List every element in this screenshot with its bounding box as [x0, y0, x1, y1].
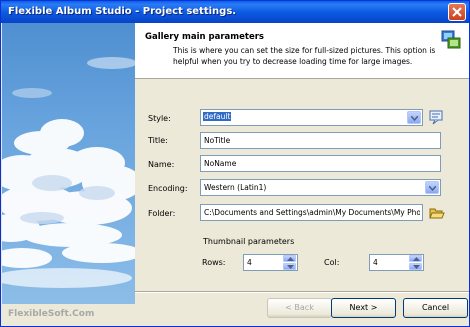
col-label: Col: [324, 258, 340, 267]
encoding-value: Western (Latin1) [204, 183, 267, 192]
rows-decrement-button[interactable] [283, 263, 296, 270]
header-description: This is where you can set the size for f… [173, 46, 436, 66]
close-button[interactable] [448, 3, 466, 21]
rows-spinner[interactable]: 4 [243, 254, 298, 271]
thumbnail-heading: Thumbnail parameters [203, 237, 295, 246]
chevron-down-icon [411, 116, 418, 121]
col-spinner[interactable]: 4 [369, 254, 424, 271]
encoding-label: Encoding: [148, 184, 188, 193]
encoding-dropdown-button[interactable] [425, 181, 439, 194]
cancel-button[interactable]: Cancel [403, 298, 468, 318]
header-title: Gallery main parameters [145, 32, 264, 42]
gallery-settings-icon [441, 30, 461, 49]
brand-label: FlexibleSoft.Com [8, 309, 95, 319]
spin-up-icon [413, 257, 420, 261]
sky-clouds-image [2, 23, 135, 304]
spin-down-icon [287, 265, 294, 269]
back-button[interactable]: < Back [267, 298, 332, 318]
rows-value: 4 [247, 258, 252, 267]
folder-label: Folder: [148, 209, 176, 218]
rows-increment-button[interactable] [283, 255, 296, 262]
next-button[interactable]: Next > [331, 298, 396, 318]
style-value: default [203, 112, 232, 121]
open-folder-icon[interactable] [429, 205, 445, 221]
name-label: Name: [148, 160, 175, 169]
name-input[interactable]: NoName [200, 155, 441, 172]
encoding-dropdown[interactable]: Western (Latin1) [200, 179, 441, 196]
window-title: Flexible Album Studio - Project settings… [8, 6, 237, 17]
spin-up-icon [287, 257, 294, 261]
style-edit-icon[interactable] [429, 109, 445, 125]
chevron-down-icon [429, 186, 436, 191]
col-value: 4 [373, 258, 378, 267]
title-value: NoTitle [204, 136, 231, 145]
style-label: Style: [148, 114, 171, 123]
title-input[interactable]: NoTitle [200, 132, 441, 149]
footer-divider [135, 291, 469, 293]
title-label: Title: [148, 136, 168, 145]
folder-value: C:\Documents and Settings\admin\My Docum… [204, 208, 420, 217]
title-bar[interactable]: Flexible Album Studio - Project settings… [1, 1, 469, 23]
col-decrement-button[interactable] [409, 263, 422, 270]
style-dropdown-button[interactable] [407, 111, 421, 124]
wizard-header: Gallery main parameters This is where yo… [135, 23, 469, 79]
spin-down-icon [413, 265, 420, 269]
style-dropdown[interactable]: default [200, 109, 423, 126]
col-increment-button[interactable] [409, 255, 422, 262]
rows-label: Rows: [202, 258, 226, 267]
name-value: NoName [204, 159, 237, 168]
close-icon [452, 7, 462, 17]
dialog-window: Flexible Album Studio - Project settings… [0, 0, 470, 327]
folder-input[interactable]: C:\Documents and Settings\admin\My Docum… [200, 204, 423, 221]
